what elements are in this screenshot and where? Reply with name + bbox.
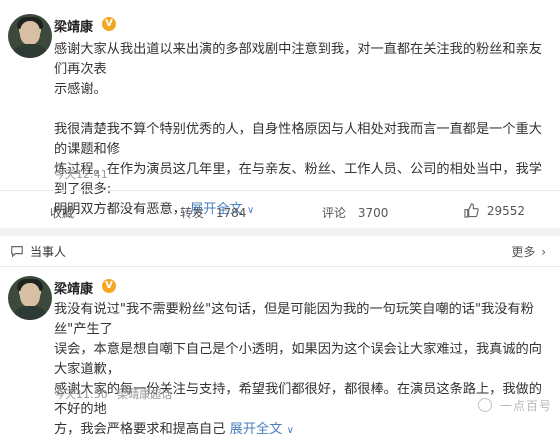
comment-button[interactable]: 评论 3700	[322, 204, 388, 221]
post2-line1: 我没有说过"我不需要粉丝"这句话，但是可能因为我的一句玩笑自嘲的话"我没有粉丝"…	[54, 302, 534, 337]
post1-p1-line1: 感谢大家从我出道以来出演的多部戏剧中注意到我，对一直都在关注我的粉丝和亲友们再次…	[54, 42, 542, 77]
comment-count: 3700	[357, 206, 389, 220]
post1-username[interactable]: 梁靖康	[54, 16, 93, 35]
avatar-shirt	[12, 44, 48, 58]
more-label: 更多	[511, 245, 536, 259]
repost-label: 转发	[180, 206, 205, 220]
chat-bubble-icon	[11, 246, 23, 258]
comment-label: 评论	[322, 206, 347, 220]
post1-p2-line2: 炼过程。在作为演员这几年里，在与亲友、粉丝、工作人员、公司的相处当中，我学到了很…	[54, 162, 542, 197]
section-gap	[0, 228, 560, 236]
chevron-right-icon: ›	[541, 245, 546, 259]
post1-time: 今天12:41	[54, 168, 108, 181]
avatar-shirt	[12, 306, 48, 320]
verified-badge-icon: V	[102, 279, 116, 293]
post2-line2: 误会，本意是想自嘲下自己是个小透明，如果因为这个误会让大家难过，我真诚的向大家道…	[54, 342, 542, 377]
post2-time: 今天11:50	[54, 388, 108, 401]
more-link[interactable]: 更多 ›	[511, 243, 546, 260]
like-count: 29552	[486, 204, 526, 218]
post2-source[interactable]: 梁靖康超话	[117, 388, 172, 401]
post2-avatar[interactable]	[8, 276, 52, 320]
post1-divider	[0, 190, 560, 191]
thumbs-up-icon	[464, 203, 479, 218]
post1-p2-line1: 我很清楚我不算个特别优秀的人，自身性格原因与人相处对我而言一直都是一个重大的课题…	[54, 122, 542, 157]
like-button[interactable]: 29552	[464, 203, 525, 218]
repost-count: 1784	[215, 206, 247, 220]
section-bar: 当事人 更多 ›	[0, 236, 560, 266]
post2-line4: 方，我会严格要求和提高自己	[54, 422, 226, 437]
post1-body: 感谢大家从我出道以来出演的多部戏剧中注意到我，对一直都在关注我的粉丝和亲友们再次…	[54, 40, 554, 221]
watermark-logo-icon	[478, 398, 493, 412]
chevron-down-icon: ∨	[286, 425, 294, 436]
avatar-face	[20, 283, 40, 307]
collect-button[interactable]: 收藏	[50, 204, 74, 221]
verified-badge-icon: V	[102, 17, 116, 31]
watermark: 一点百号	[478, 397, 552, 414]
section-label: 当事人	[30, 245, 67, 259]
post2-meta: 今天11:50 梁靖康超话	[54, 386, 172, 402]
post1-avatar[interactable]	[8, 14, 52, 58]
repost-button[interactable]: 转发 1784	[180, 204, 246, 221]
watermark-text: 一点百号	[499, 399, 552, 413]
post1-p1-line2: 示感谢。	[54, 82, 107, 97]
chevron-down-icon: ∨	[247, 205, 255, 216]
collect-label: 收藏	[50, 206, 75, 220]
section-underline	[0, 266, 560, 267]
post2-username[interactable]: 梁靖康	[54, 278, 93, 297]
post2-expand-link[interactable]: 展开全文 ∨	[230, 422, 294, 437]
avatar-face	[20, 21, 40, 45]
expand-label: 展开全文	[229, 422, 283, 437]
